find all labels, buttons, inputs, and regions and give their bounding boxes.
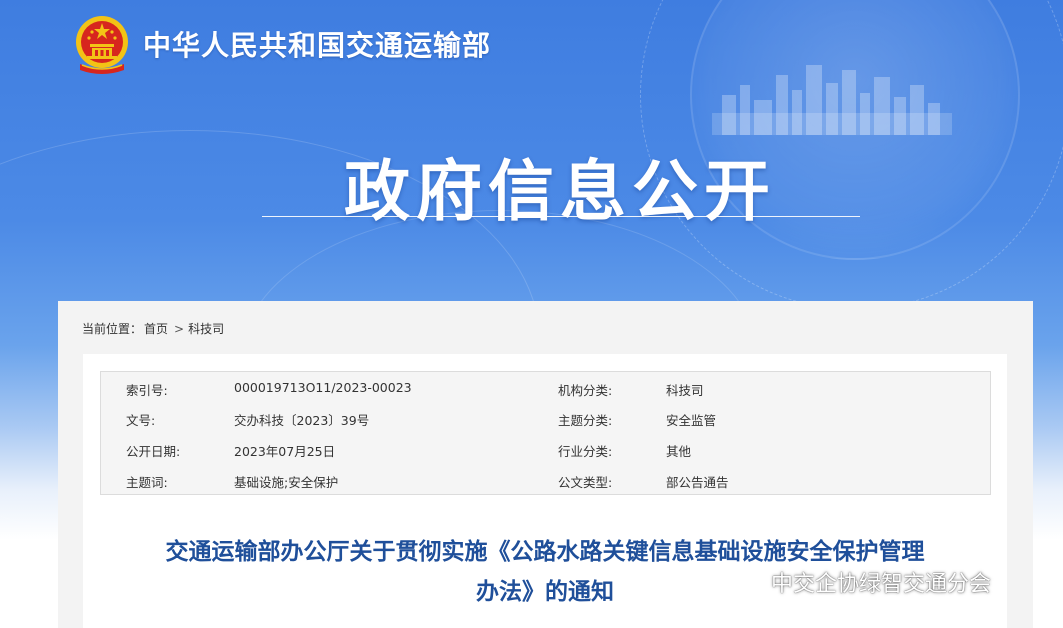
metadata-value: 科技司 — [666, 383, 704, 398]
metadata-value: 000019713O11/2023-00023 — [234, 380, 412, 395]
breadcrumb-label: 当前位置： — [82, 322, 143, 336]
breadcrumb-separator: > — [174, 322, 185, 336]
title-divider — [262, 216, 860, 217]
metadata-key: 行业分类: — [558, 444, 613, 459]
metadata-value: 基础设施;安全保护 — [234, 475, 339, 490]
metadata-row: 索引号: 000019713O11/2023-00023 机构分类: 科技司 — [101, 372, 992, 402]
metadata-key: 主题词: — [126, 475, 168, 490]
breadcrumb-item-keji[interactable]: 科技司 — [188, 322, 224, 336]
metadata-key: 公开日期: — [126, 444, 181, 459]
metadata-row: 主题词: 基础设施;安全保护 公文类型: 部公告通告 — [101, 464, 992, 494]
page-title: 政府信息公开 — [344, 153, 776, 230]
metadata-key: 公文类型: — [558, 475, 613, 490]
metadata-row: 公开日期: 2023年07月25日 行业分类: 其他 — [101, 433, 992, 463]
ministry-name: 中华人民共和国交通运输部 — [143, 29, 492, 62]
metadata-value: 其他 — [666, 444, 692, 459]
metadata-value: 安全监管 — [666, 413, 717, 428]
metadata-key: 文号: — [126, 413, 156, 428]
metadata-row: 文号: 交办科技〔2023〕39号 主题分类: 安全监管 — [101, 402, 992, 432]
metadata-key: 主题分类: — [558, 413, 613, 428]
watermark-text: 中交企协绿智交通分会 — [771, 572, 992, 597]
breadcrumb-item-home[interactable]: 首页 — [144, 322, 168, 336]
breadcrumb: 当前位置： 首页 > 科技司 — [82, 320, 226, 337]
source-watermark: 中交企协绿智交通分会 — [735, 567, 991, 597]
metadata-key: 机构分类: — [558, 383, 613, 398]
wechat-icon — [736, 571, 763, 592]
metadata-key: 索引号: — [126, 383, 168, 398]
metadata-value: 交办科技〔2023〕39号 — [234, 413, 370, 428]
metadata-table: 索引号: 000019713O11/2023-00023 机构分类: 科技司 文… — [100, 371, 991, 495]
metadata-value: 2023年07月25日 — [234, 444, 336, 459]
city-skyline-graphic — [712, 65, 952, 135]
national-emblem-icon — [76, 16, 128, 74]
metadata-value: 部公告通告 — [666, 475, 729, 490]
